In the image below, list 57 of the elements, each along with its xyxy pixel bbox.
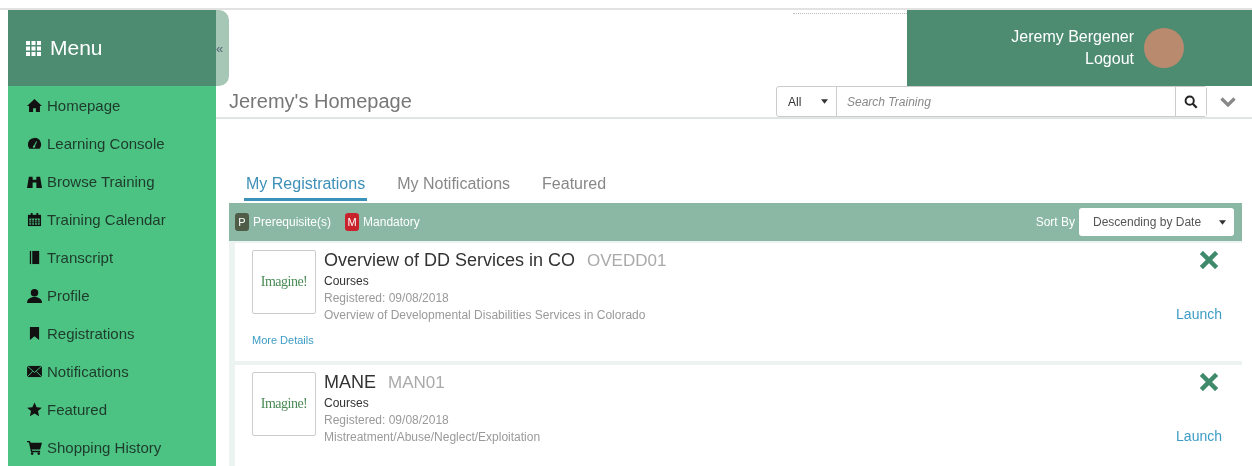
more-details-link[interactable]: More Details (252, 334, 314, 346)
course-type: Courses (324, 274, 370, 288)
bookmark-icon (29, 325, 40, 341)
launch-link[interactable]: Launch (1176, 428, 1222, 444)
user-icon (27, 287, 42, 303)
dashboard-icon (27, 135, 42, 151)
course-description: Mistreatment/Abuse/Neglect/Exploitation (324, 430, 542, 444)
user-name: Jeremy Bergener (1011, 28, 1134, 46)
avatar (1144, 28, 1184, 68)
logo-thumbnail: Imagine! (252, 372, 316, 436)
sidebar-item[interactable]: Registrations (8, 314, 216, 352)
sort-label: Sort By (1035, 215, 1075, 229)
legend-badge: P (235, 213, 249, 231)
remove-icon[interactable] (1200, 373, 1218, 391)
course-code: MAN01 (388, 373, 445, 393)
legend-label: Prerequisite(s) (253, 215, 332, 229)
star-icon (27, 401, 42, 417)
logout-link[interactable]: Logout (1085, 50, 1134, 68)
sidebar-item[interactable]: Featured (8, 390, 216, 428)
page-title: Jeremy's Homepage (229, 90, 413, 113)
grid-icon (26, 40, 41, 56)
remove-icon[interactable] (1200, 251, 1218, 269)
caret-icon (1219, 219, 1226, 225)
search-icon (1184, 94, 1198, 109)
course-code: OVEDD01 (587, 251, 667, 271)
sort-dropdown[interactable]: Descending by Date (1079, 208, 1234, 236)
calendar-icon (27, 211, 42, 227)
sidebar-item[interactable]: Notifications (8, 352, 216, 390)
sidebar-item[interactable]: Browse Training (8, 162, 216, 200)
caret-icon (821, 99, 828, 104)
tab[interactable]: Featured (540, 173, 609, 201)
registered-date: Registered: 09/08/2018 (324, 413, 450, 427)
sidebar-item[interactable]: Shopping History (8, 428, 216, 466)
sidebar-item[interactable]: Learning Console (8, 124, 216, 162)
sidebar-item[interactable]: Training Calendar (8, 200, 216, 238)
sidebar-item[interactable]: Homepage (8, 86, 216, 124)
book-icon (27, 249, 42, 265)
course-type: Courses (324, 396, 370, 410)
search-bar[interactable]: All Search Training (776, 86, 1207, 117)
sidebar-item[interactable]: Profile (8, 276, 216, 314)
search-button[interactable] (1175, 87, 1206, 116)
home-icon (27, 97, 42, 113)
sidebar-item[interactable]: Transcript (8, 238, 216, 276)
collapse-button[interactable]: « (216, 10, 229, 86)
registered-date: Registered: 09/08/2018 (324, 291, 450, 305)
tab[interactable]: My Notifications (395, 173, 513, 201)
course-title: MANE (324, 372, 376, 393)
chevron-down-icon[interactable] (1220, 96, 1236, 107)
course-title: Overview of DD Services in CO (324, 250, 576, 271)
legend-label: Mandatory (363, 215, 420, 229)
course-description: Overview of Developmental Disabilities Services in Colorado (324, 308, 647, 322)
legend-badge: M (345, 213, 360, 231)
launch-link[interactable]: Launch (1176, 306, 1222, 322)
cart-icon (27, 439, 42, 455)
envelope-icon (27, 364, 42, 378)
logo-thumbnail: Imagine! (252, 250, 316, 314)
menu-title: Menu (50, 36, 103, 60)
